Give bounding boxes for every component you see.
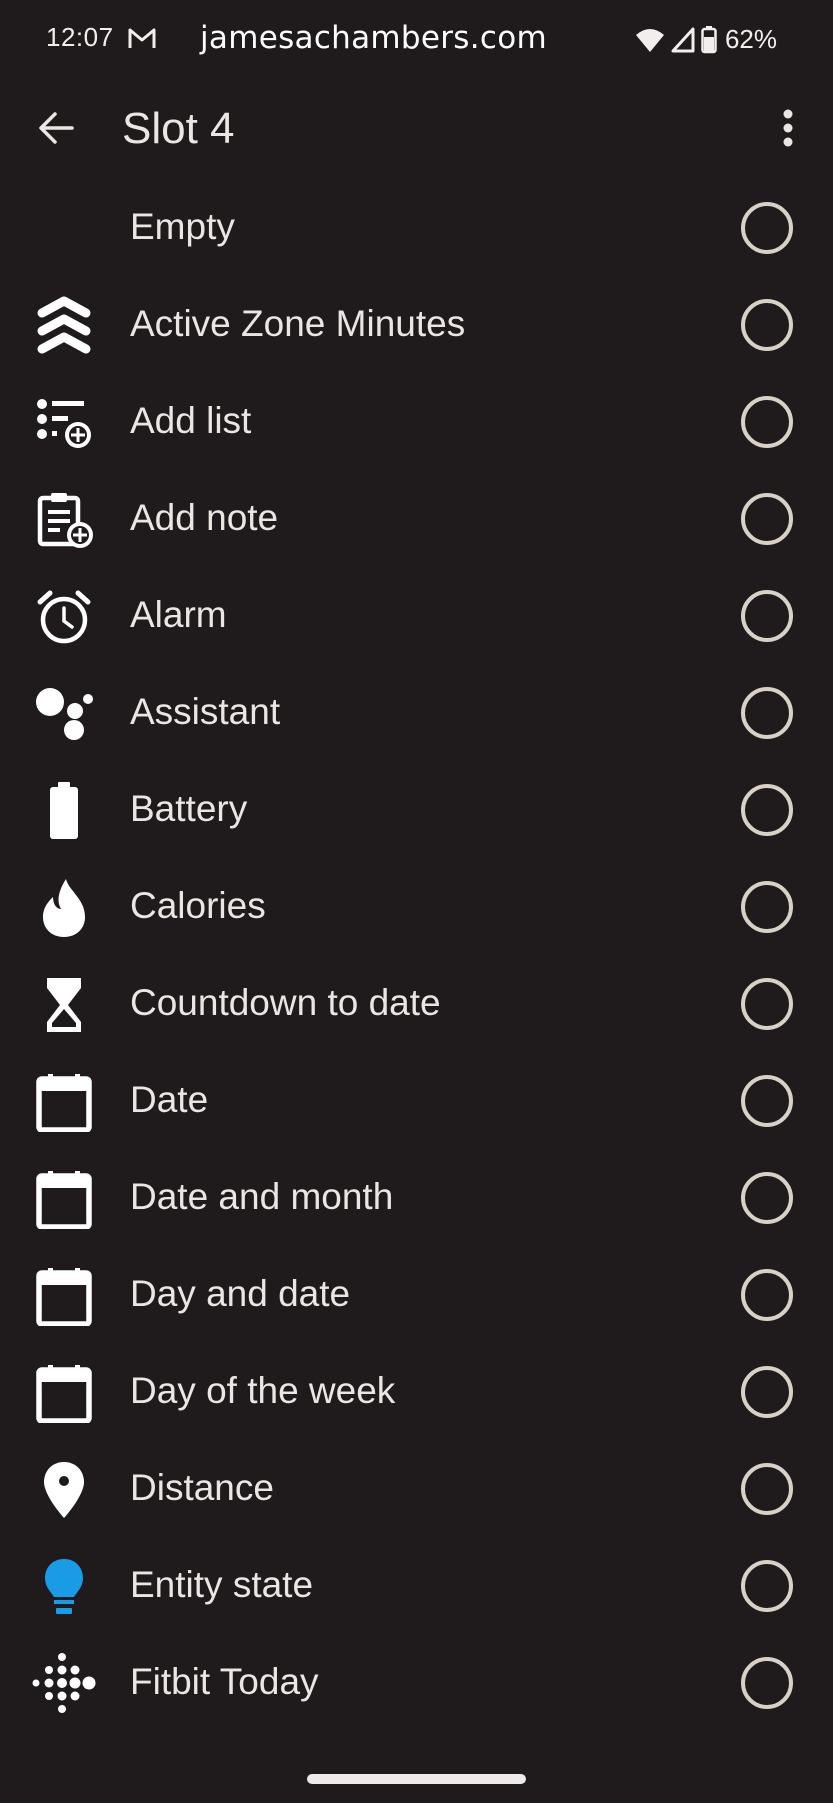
option-assistant[interactable]: Assistant xyxy=(0,665,833,762)
option-label: Add note xyxy=(130,497,279,538)
radio-button[interactable] xyxy=(741,590,793,642)
cell-signal-icon xyxy=(671,27,695,52)
option-alarm[interactable]: Alarm xyxy=(0,568,833,665)
option-label: Empty xyxy=(130,206,235,247)
option-entity-state[interactable]: Entity state xyxy=(0,1538,833,1635)
radio-button[interactable] xyxy=(741,396,793,448)
option-label: Fitbit Today xyxy=(130,1661,319,1702)
radio-button[interactable] xyxy=(741,1560,793,1612)
option-label: Assistant xyxy=(130,691,281,732)
option-calories[interactable]: Calories xyxy=(0,859,833,956)
radio-button[interactable] xyxy=(741,784,793,836)
radio-button[interactable] xyxy=(741,687,793,739)
radio-button[interactable] xyxy=(741,1463,793,1515)
gmail-icon xyxy=(128,28,156,48)
option-label: Active Zone Minutes xyxy=(130,303,466,344)
option-active-zone-minutes[interactable]: Active Zone Minutes xyxy=(0,277,833,374)
radio-button[interactable] xyxy=(741,978,793,1030)
option-label: Distance xyxy=(130,1467,274,1508)
option-fitbit-today[interactable]: Fitbit Today xyxy=(0,1635,833,1732)
radio-button[interactable] xyxy=(741,299,793,351)
battery-icon xyxy=(701,25,717,53)
more-vert-icon xyxy=(783,109,793,147)
more-options-button[interactable] xyxy=(768,102,808,154)
hourglass-icon xyxy=(32,976,96,1034)
option-label: Calories xyxy=(130,885,266,926)
system-icons: 62% xyxy=(635,24,777,55)
option-day-of-the-week[interactable]: Day of the week xyxy=(0,1344,833,1441)
option-label: Entity state xyxy=(130,1564,314,1605)
radio-button[interactable] xyxy=(741,881,793,933)
fitbit-logo-icon xyxy=(32,1653,96,1713)
calendar-icon xyxy=(32,1170,96,1229)
add-note-clipboard-icon xyxy=(32,491,96,549)
calendar-icon xyxy=(32,1364,96,1423)
gesture-nav-handle[interactable] xyxy=(307,1774,526,1784)
option-label: Date and month xyxy=(130,1176,394,1217)
wifi-icon xyxy=(635,28,664,52)
battery-icon xyxy=(32,782,96,840)
option-label: Date xyxy=(130,1079,209,1120)
flame-icon xyxy=(32,879,96,937)
option-label: Alarm xyxy=(130,594,227,635)
radio-button[interactable] xyxy=(741,1657,793,1709)
arrow-back-icon xyxy=(39,112,74,144)
calendar-icon xyxy=(32,1267,96,1326)
calendar-icon xyxy=(32,1073,96,1132)
radio-button[interactable] xyxy=(741,1075,793,1127)
add-list-icon xyxy=(32,394,96,452)
status-bar: 12:07 jamesachambers.com 62% xyxy=(0,0,833,80)
lightbulb-icon xyxy=(32,1558,96,1616)
assistant-dots-icon xyxy=(32,685,96,743)
app-bar: Slot 4 xyxy=(0,80,833,180)
option-add-list[interactable]: Add list xyxy=(0,374,833,471)
option-label: Battery xyxy=(130,788,248,829)
option-label: Countdown to date xyxy=(130,982,441,1023)
watermark-text: jamesachambers.com xyxy=(200,20,548,56)
page-title: Slot 4 xyxy=(122,104,235,153)
alarm-clock-icon xyxy=(32,588,96,646)
option-add-note[interactable]: Add note xyxy=(0,471,833,568)
radio-button[interactable] xyxy=(741,202,793,254)
radio-button[interactable] xyxy=(741,1269,793,1321)
back-button[interactable] xyxy=(30,102,82,154)
option-day-and-date[interactable]: Day and date xyxy=(0,1247,833,1344)
location-pin-icon xyxy=(32,1461,96,1519)
option-date[interactable]: Date xyxy=(0,1053,833,1150)
option-date-and-month[interactable]: Date and month xyxy=(0,1150,833,1247)
battery-percent: 62% xyxy=(724,24,777,54)
option-label: Day and date xyxy=(130,1273,351,1314)
option-label: Add list xyxy=(130,400,252,441)
option-battery[interactable]: Battery xyxy=(0,762,833,859)
radio-button[interactable] xyxy=(741,493,793,545)
radio-button[interactable] xyxy=(741,1366,793,1418)
active-zone-chevrons-icon xyxy=(32,296,96,355)
complication-options-list: Empty Active Zone Minutes Add list Add n… xyxy=(0,180,833,1732)
option-empty[interactable]: Empty xyxy=(0,180,833,277)
option-distance[interactable]: Distance xyxy=(0,1441,833,1538)
radio-button[interactable] xyxy=(741,1172,793,1224)
option-label: Day of the week xyxy=(130,1370,396,1411)
option-countdown-to-date[interactable]: Countdown to date xyxy=(0,956,833,1053)
status-time: 12:07 xyxy=(46,22,114,52)
